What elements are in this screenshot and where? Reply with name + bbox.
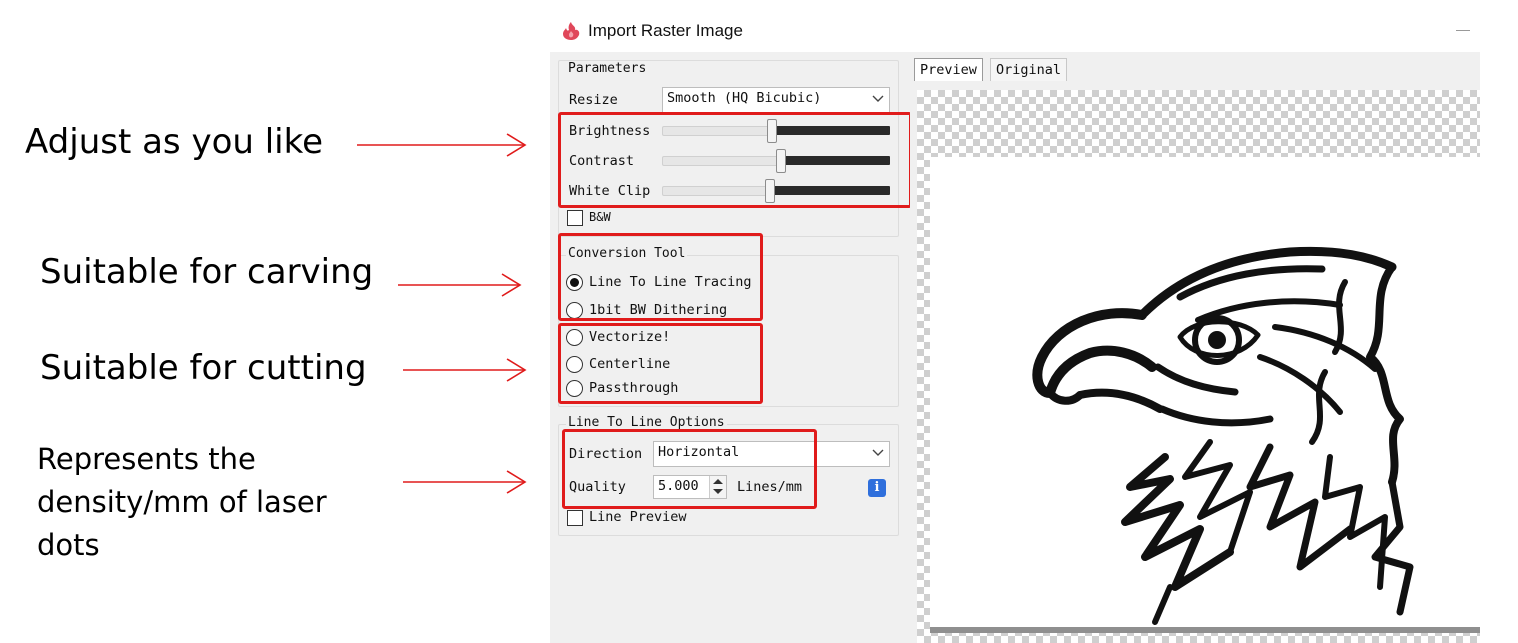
- line-preview-label: Line Preview: [589, 509, 687, 525]
- highlight-cutting-tools: [558, 323, 763, 404]
- eagle-head-image: [1032, 246, 1414, 625]
- chevron-down-icon: [872, 95, 884, 102]
- preview-image-area: [930, 157, 1480, 627]
- import-raster-dialog: Import Raster Image Parameters Resize Sm…: [550, 12, 1480, 643]
- preview-canvas: [917, 90, 1480, 643]
- minimize-button[interactable]: [1456, 30, 1470, 31]
- resize-dropdown[interactable]: Smooth (HQ Bicubic): [662, 87, 890, 113]
- line-preview-checkbox[interactable]: [567, 510, 583, 526]
- tab-preview[interactable]: Preview: [914, 58, 983, 81]
- highlight-line-options: [562, 429, 817, 509]
- lightburn-flame-icon: [563, 22, 580, 40]
- preview-panel: Preview Original: [910, 52, 1480, 643]
- line-to-line-options-label: Line To Line Options: [566, 415, 727, 430]
- chevron-down-icon: [872, 449, 884, 456]
- bw-checkbox[interactable]: [567, 210, 583, 226]
- parameters-group-label: Parameters: [566, 61, 649, 76]
- highlight-adjust-sliders: [558, 112, 912, 208]
- resize-value: Smooth (HQ Bicubic): [667, 90, 822, 106]
- bw-label: B&W: [589, 210, 611, 224]
- tab-original[interactable]: Original: [990, 58, 1068, 81]
- preview-bottom-strip: [930, 627, 1480, 633]
- resize-label: Resize: [569, 92, 618, 108]
- title-bar: Import Raster Image: [550, 12, 1480, 52]
- settings-panel: Parameters Resize Smooth (HQ Bicubic) Br…: [550, 52, 912, 643]
- window-title: Import Raster Image: [588, 21, 743, 40]
- annotation-arrows: [357, 133, 527, 494]
- info-icon[interactable]: i: [868, 479, 886, 497]
- highlight-carving-tools: [558, 233, 763, 321]
